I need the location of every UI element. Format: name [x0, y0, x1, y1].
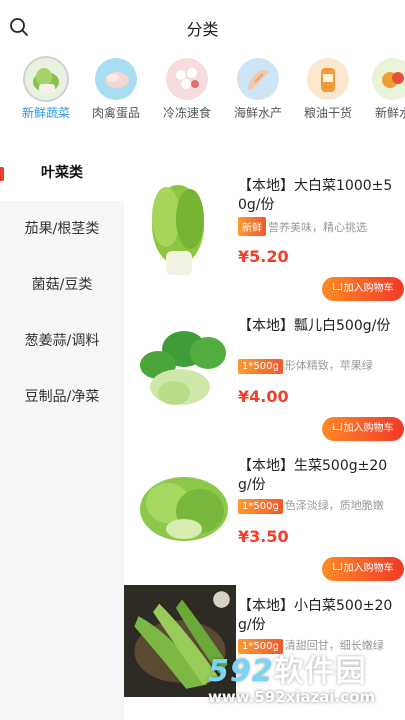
- category-label: 肉禽蛋品: [91, 106, 140, 120]
- add-to-cart-button[interactable]: 加入购物车: [322, 417, 404, 441]
- cart-icon: [332, 563, 342, 570]
- category-fresh-fruit[interactable]: 新鲜水: [362, 56, 405, 121]
- product-name: 【本地】生菜500g±20g/份: [238, 458, 388, 493]
- product-card[interactable]: 【本地】大白菜1000±50g/份 新鲜 营养美味，精心挑选 ¥5.20 加入购物…: [124, 163, 405, 303]
- category-label: 新鲜蔬菜: [21, 106, 70, 120]
- sidebar-item-seasoning[interactable]: 葱姜蒜/调料: [0, 313, 124, 369]
- product-price: ¥4.00: [238, 387, 289, 406]
- cart-label: 加入购物车: [343, 283, 394, 294]
- watermark: 592软件园 www.592xiazai.com: [200, 646, 405, 720]
- sidebar: 叶菜类 茄果/根茎类 菌菇/豆类 葱姜蒜/调料 豆制品/净菜: [0, 145, 124, 720]
- product-tags: 1*500g 形体精致，苹果绿: [238, 357, 400, 374]
- product-tags: 新鲜 营养美味，精心挑选: [238, 217, 400, 236]
- category-grain-oil[interactable]: 粮油干货: [297, 56, 359, 121]
- product-tags: 1*500g 色泽淡绿，质地脆嫩: [238, 497, 400, 514]
- cart-label: 加入购物车: [343, 563, 394, 574]
- cart-label: 加入购物车: [343, 423, 394, 434]
- product-card[interactable]: 【本地】生菜500g±20g/份 1*500g 色泽淡绿，质地脆嫩 ¥3.50 加…: [124, 443, 405, 583]
- sidebar-item-leafy[interactable]: 叶菜类: [0, 145, 124, 201]
- category-seafood[interactable]: 海鲜水产: [227, 56, 289, 121]
- grain-icon: [307, 58, 349, 100]
- product-badge: 1*500g: [238, 359, 283, 374]
- product-desc: 色泽淡绿，质地脆嫩: [284, 499, 384, 512]
- fruit-icon: [372, 58, 405, 100]
- watermark-brand: 592软件园: [208, 654, 367, 689]
- category-fresh-vegetables[interactable]: 新鲜蔬菜: [15, 56, 77, 121]
- product-badge: 新鲜: [238, 217, 266, 236]
- header: 分类: [0, 0, 405, 52]
- watermark-url: www.592xiazai.com: [208, 688, 376, 706]
- add-to-cart-button[interactable]: 加入购物车: [322, 277, 404, 301]
- meat-icon: [95, 58, 137, 100]
- cart-icon: [332, 283, 342, 290]
- category-label: 冷冻速食: [162, 106, 211, 120]
- sidebar-item-tofu[interactable]: 豆制品/净菜: [0, 369, 124, 425]
- seafood-icon: [237, 58, 279, 100]
- product-image: [128, 453, 236, 561]
- vegetable-icon: [25, 58, 67, 100]
- product-card[interactable]: 【本地】瓢儿白500g/份 1*500g 形体精致，苹果绿 ¥4.00 加入购物车: [124, 303, 405, 443]
- page-title: 分类: [186, 20, 219, 39]
- product-image: [128, 173, 236, 281]
- product-name: 【本地】大白菜1000±50g/份: [238, 178, 393, 213]
- product-image: [128, 313, 236, 421]
- sidebar-item-mushroom[interactable]: 菌菇/豆类: [0, 257, 124, 313]
- category-meat-eggs[interactable]: 肉禽蛋品: [85, 56, 147, 121]
- sidebar-item-root[interactable]: 茄果/根茎类: [0, 201, 124, 257]
- product-desc: 营养美味，精心挑选: [268, 221, 367, 234]
- dumpling-icon: [166, 58, 208, 100]
- category-label: 粮油干货: [303, 106, 352, 120]
- category-label: 海鲜水产: [233, 106, 282, 120]
- product-price: ¥3.50: [238, 527, 289, 546]
- product-badge: 1*500g: [238, 499, 283, 514]
- category-frozen-food[interactable]: 冷冻速食: [156, 56, 218, 121]
- product-desc: 形体精致，苹果绿: [284, 359, 373, 372]
- product-name: 【本地】瓢儿白500g/份: [238, 318, 391, 334]
- category-label: 新鲜水: [374, 106, 405, 120]
- product-name: 【本地】小白菜500±20g/份: [238, 598, 393, 633]
- category-strip: 新鲜蔬菜 肉禽蛋品 冷冻速食 海鲜水产 粮油干货 新鲜水: [0, 56, 405, 126]
- add-to-cart-button[interactable]: 加入购物车: [322, 557, 404, 581]
- product-price: ¥5.20: [238, 247, 289, 266]
- cart-icon: [332, 423, 342, 430]
